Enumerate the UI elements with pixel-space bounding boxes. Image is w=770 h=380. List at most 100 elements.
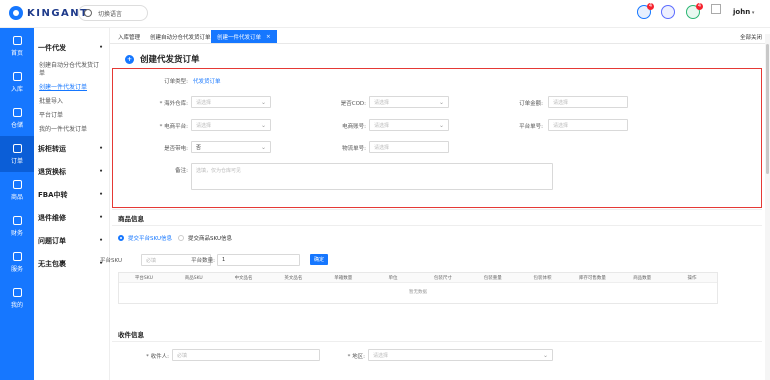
sidebar-item-auto-split[interactable]: 创建自动分仓代发货订单 [34, 59, 109, 81]
column-header: 单位 [388, 275, 398, 281]
rail-item-home[interactable]: 首页 [0, 28, 34, 64]
column-header: 商品数量 [633, 275, 652, 281]
sidebar-group-repair[interactable]: 退件维修 [34, 206, 109, 229]
close-icon[interactable]: × [266, 34, 271, 40]
tab-bar: 入库管理 创建自动分仓代发货订单 创建一件代发订单 × 全部关闭 [110, 30, 770, 44]
chevron-down-icon: ⌄ [438, 99, 444, 106]
battery-label: 是否带电: [164, 146, 188, 152]
logo[interactable]: KINGANT [9, 6, 88, 20]
divider [112, 209, 762, 210]
empty-state: 暂无数据 [409, 290, 427, 295]
service-icon [12, 251, 22, 261]
notification-badge: 4 [696, 3, 703, 10]
qty-label: 平台数量: [191, 258, 215, 264]
rail-item-order[interactable]: 订单 [0, 136, 34, 172]
chevron-down-icon: ⌄ [260, 99, 266, 106]
region-select[interactable]: 请选择 ⌄ [368, 349, 553, 361]
chevron-down-icon: ⌄ [260, 122, 266, 129]
divider [112, 225, 762, 226]
account-label: 电商账号: [342, 124, 366, 130]
sidebar-group-dropship[interactable]: 一件代发 [34, 36, 109, 59]
rail-item-service[interactable]: 服务 [0, 244, 34, 280]
username[interactable]: john [733, 8, 754, 16]
column-header: 库存可售数量 [578, 275, 606, 281]
message-icon[interactable] [661, 5, 675, 19]
icon-rail: 首页 入库 仓储 订单 商品 财务 服务 我的 [0, 28, 34, 380]
column-header: 商品SKU [184, 275, 203, 281]
battery-select[interactable]: 否 ⌄ [191, 141, 271, 153]
scrollbar[interactable] [765, 34, 770, 380]
column-header: 包装体积 [533, 275, 552, 281]
finance-icon [12, 215, 22, 225]
sidebar-group-problem-orders[interactable]: 问题订单 [34, 229, 109, 252]
tab-inbound[interactable]: 入库管理 [112, 30, 146, 43]
tab-auto-split[interactable]: 创建自动分仓代发货订单 [144, 30, 217, 43]
notification-badge: 4 [647, 3, 654, 10]
sidebar-group-transfer[interactable]: 拆柜转运 [34, 137, 109, 160]
platform-select[interactable]: 请选择 ⌄ [191, 119, 271, 131]
warehouse-label: * 海外仓库: [159, 101, 188, 107]
column-header: 包装尺寸 [433, 275, 452, 281]
account-select[interactable]: 请选择 ⌄ [369, 119, 449, 131]
cod-select[interactable]: 请选择 ⌄ [369, 96, 449, 108]
qty-input[interactable]: 1 [217, 254, 300, 266]
cod-label: 是否COD: [340, 101, 366, 107]
goods-section-title: 商品信息 [118, 215, 144, 223]
radio-platform-sku[interactable]: 提交平台SKU信息 [118, 234, 172, 242]
column-header: 中文品名 [234, 275, 253, 281]
radio-product-sku[interactable]: 提交商品SKU信息 [178, 234, 232, 242]
chevron-down-icon: ⌄ [438, 122, 444, 129]
warehouse-select[interactable]: 请选择 ⌄ [191, 96, 271, 108]
sidebar-item-batch-import[interactable]: 批量导入 [34, 95, 109, 109]
confirm-button[interactable]: 确定 [310, 254, 328, 265]
column-header: 平台SKU [134, 275, 153, 281]
inbound-icon [12, 71, 22, 81]
avatar[interactable] [711, 4, 721, 14]
goods-table: 平台SKU 商品SKU 中文品名 英文品名 单箱数量 单位 包装尺寸 包装重量 … [118, 272, 718, 304]
receiver-section-title: 收件信息 [118, 331, 144, 339]
divider [112, 341, 762, 342]
bell-icon[interactable]: 4 [637, 3, 654, 19]
sidebar-group-return-relabel[interactable]: 退货换标 [34, 160, 109, 183]
tracking-input[interactable]: 请选择 [369, 141, 449, 153]
rail-item-finance[interactable]: 财务 [0, 208, 34, 244]
top-bar: KINGANT 切换语言 4 4 john [0, 0, 770, 28]
region-label: * 地区: [347, 354, 365, 360]
rail-item-warehouse[interactable]: 仓储 [0, 100, 34, 136]
sidebar-group-fba[interactable]: FBA中转 [34, 183, 109, 206]
page-title: + 创建代发货订单 [125, 54, 200, 65]
rail-item-product[interactable]: 商品 [0, 172, 34, 208]
receiver-name-label: * 收件人: [146, 354, 169, 360]
product-icon [12, 179, 22, 189]
platform-label: * 电商平台: [159, 124, 188, 130]
close-all-tabs[interactable]: 全部关闭 [740, 33, 762, 41]
platform-no-input[interactable]: 请选择 [548, 119, 628, 131]
tracking-label: 物流单号: [342, 146, 366, 152]
remark-textarea[interactable]: 选填，仅为仓库可见 [191, 163, 553, 190]
user-icon [12, 287, 22, 297]
service-chat-icon[interactable]: 4 [686, 3, 703, 19]
remark-label: 备注: [175, 168, 188, 174]
column-header: 包装重量 [483, 275, 502, 281]
logo-icon [9, 6, 23, 20]
tab-create-dropship[interactable]: 创建一件代发订单 × [211, 30, 277, 43]
sidebar-item-my-orders[interactable]: 我的一件代发订单 [34, 123, 109, 137]
sidebar-item-create-dropship[interactable]: 创建一件代发订单 [34, 81, 109, 95]
order-type-value[interactable]: 代发货订单 [193, 77, 221, 85]
order-form: 订单类型: 代发货订单 * 海外仓库: 请选择 ⌄ 是否COD: 请选择 ⌄ 订单金… [112, 68, 762, 208]
sku-label: 平台SKU [100, 258, 122, 264]
column-header: 英文品名 [284, 275, 303, 281]
platform-no-label: 平台单号: [519, 124, 543, 130]
amount-input[interactable]: 请选择 [548, 96, 628, 108]
sidebar-item-platform-orders[interactable]: 平台订单 [34, 109, 109, 123]
rail-item-inbound[interactable]: 入库 [0, 64, 34, 100]
sidebar: 一件代发 创建自动分仓代发货订单 创建一件代发订单 批量导入 平台订单 我的一件… [34, 28, 110, 380]
globe-icon [84, 9, 92, 17]
column-header: 操作 [687, 275, 697, 281]
main-content: + 创建代发货订单 订单类型: 代发货订单 * 海外仓库: 请选择 ⌄ 是否COD… [100, 45, 762, 380]
language-switcher[interactable]: 切换语言 [78, 5, 148, 21]
dashboard-icon [12, 35, 22, 45]
rail-item-mine[interactable]: 我的 [0, 280, 34, 316]
order-type-label: 订单类型: [164, 79, 188, 85]
chevron-down-icon: ⌄ [542, 352, 548, 359]
